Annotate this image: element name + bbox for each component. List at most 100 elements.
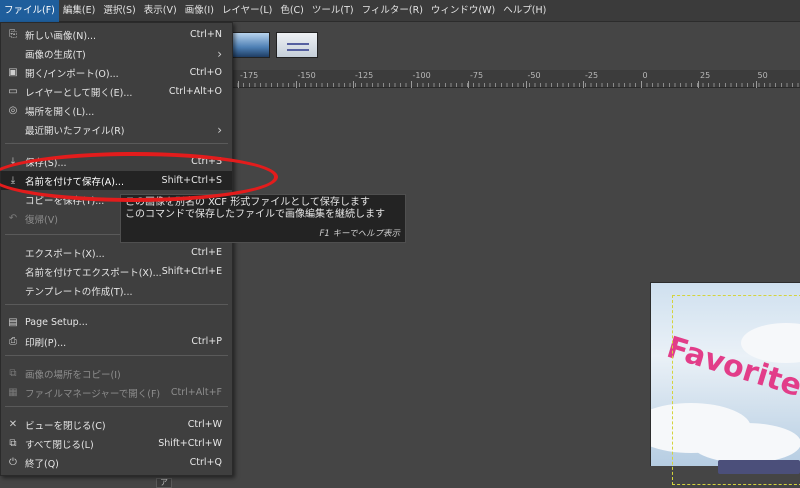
open-location-icon: ◎ bbox=[8, 105, 18, 116]
menu-separator bbox=[5, 406, 228, 407]
file-menu-item-label: レイヤーとして開く(E)... bbox=[25, 87, 133, 99]
file-menu-item-label: 画像の場所をコピー(I) bbox=[25, 369, 121, 381]
file-menu-item-label: 新しい画像(N)... bbox=[25, 30, 97, 42]
ruler-major-tick: -50 bbox=[525, 70, 541, 88]
file-menu-dropdown: ⎘ 新しい画像(N)... Ctrl+N 画像の生成(T) › ▣ 開く/インポート(O).… bbox=[0, 22, 233, 476]
ruler-tick-label: -175 bbox=[240, 71, 259, 80]
print-icon: ⎙ bbox=[9, 336, 17, 347]
file-menu-item-label: 場所を開く(L)... bbox=[25, 106, 95, 118]
ruler-major-tick: -150 bbox=[295, 70, 316, 88]
menu-separator bbox=[5, 143, 228, 144]
file-menu-item[interactable]: ⏻ 終了(Q) Ctrl+Q bbox=[1, 453, 232, 472]
file-menu-item[interactable]: ⧉ すべて閉じる(L) Shift+Ctrl+W bbox=[1, 434, 232, 453]
ruler-tick-label: 50 bbox=[757, 71, 768, 80]
ruler-tick-label: -50 bbox=[527, 71, 541, 80]
menubar-item[interactable]: ウィンドウ(W) bbox=[427, 0, 499, 22]
ruler-major-tick: -75 bbox=[468, 70, 483, 88]
menubar-item[interactable]: 選択(S) bbox=[99, 0, 139, 22]
ruler-major-tick: 25 bbox=[698, 70, 710, 88]
file-menu-item-label: 印刷(P)... bbox=[25, 337, 67, 349]
image-tab-thumbnail[interactable] bbox=[228, 32, 270, 58]
file-menu-item[interactable]: ✕ ビューを閉じる(C) Ctrl+W bbox=[1, 415, 232, 434]
file-menu-item[interactable]: 名前を付けてエクスポート(X)... Shift+Ctrl+E bbox=[1, 262, 232, 281]
revert-icon: ↶ bbox=[8, 213, 18, 224]
file-menu-item-shortcut: Ctrl+E bbox=[191, 247, 222, 258]
page-setup-icon: ▤ bbox=[8, 317, 18, 328]
menubar-item[interactable]: 編集(E) bbox=[59, 0, 99, 22]
file-menu-item-shortcut: Shift+Ctrl+E bbox=[161, 266, 223, 277]
blank-icon bbox=[1, 243, 25, 262]
menubar-item[interactable]: ヘルプ(H) bbox=[499, 0, 550, 22]
file-menu-item[interactable]: 最近開いたファイル(R) › bbox=[1, 120, 232, 139]
file-menu-item[interactable]: ⎘ 新しい画像(N)... Ctrl+N bbox=[1, 25, 232, 44]
file-menu-item-label: テンプレートの作成(T)... bbox=[25, 286, 133, 298]
file-menu-item[interactable]: ⎙ 印刷(P)... Ctrl+P bbox=[1, 332, 232, 351]
menu-separator bbox=[5, 355, 228, 356]
close-view-icon: ✕ bbox=[8, 419, 18, 430]
menubar-item[interactable]: 表示(V) bbox=[140, 0, 181, 22]
close-all-icon: ⧉ bbox=[9, 438, 17, 449]
file-menu-item[interactable]: ▭ レイヤーとして開く(E)... Ctrl+Alt+O bbox=[1, 82, 232, 101]
open-icon: ▣ bbox=[8, 67, 18, 78]
file-menu-item-shortcut: Shift+Ctrl+W bbox=[158, 438, 222, 449]
file-menu-item[interactable]: 画像の生成(T) › bbox=[1, 44, 232, 63]
horizontal-ruler[interactable]: -175 -150 -125 -100 -75 -50 -25 0 25 50 bbox=[232, 70, 800, 88]
file-menu-item-label: Page Setup... bbox=[25, 317, 88, 328]
menubar-item[interactable]: ファイル(F) bbox=[0, 0, 59, 22]
file-menu-item-label: ファイルマネージャーで開く(F) bbox=[25, 388, 161, 400]
tooltip-help-hint: F1 キーでヘルプ表示 bbox=[319, 229, 401, 239]
menubar-item[interactable]: 色(C) bbox=[276, 0, 308, 22]
file-menu-item-shortcut: Ctrl+P bbox=[191, 336, 222, 347]
file-menu-item[interactable]: ▣ 開く/インポート(O)... Ctrl+O bbox=[1, 63, 232, 82]
gimp-window: -175 -150 -125 -100 -75 -50 -25 0 25 50 Favorite … bbox=[0, 0, 800, 488]
copy-location-icon: ⧉ bbox=[9, 368, 17, 379]
image-tab-thumbnail[interactable] bbox=[276, 32, 318, 58]
file-menu-item-label: ビューを閉じる(C) bbox=[25, 420, 106, 432]
ruler-minor-ticks bbox=[232, 83, 800, 87]
save-copy-icon bbox=[1, 190, 25, 209]
file-menu-item[interactable]: テンプレートの作成(T)... bbox=[1, 281, 232, 300]
file-menu-item[interactable]: ▦ ファイルマネージャーで開く(F) Ctrl+Alt+F bbox=[1, 383, 232, 402]
ruler-tick-label: -100 bbox=[412, 71, 431, 80]
ruler-major-tick: 0 bbox=[640, 70, 648, 88]
ruler-tick-label: -25 bbox=[585, 71, 599, 80]
file-menu-item-label: 終了(Q) bbox=[25, 458, 59, 470]
chevron-right-icon: › bbox=[217, 122, 222, 137]
ruler-major-tick: -175 bbox=[238, 70, 258, 88]
navigate-icon[interactable]: ア bbox=[156, 478, 172, 488]
blank-icon bbox=[1, 120, 25, 139]
ruler-tick-label: -75 bbox=[470, 71, 484, 80]
file-menu-item-label: 画像の生成(T) bbox=[25, 49, 86, 61]
file-menu-item-label: 名前を付けてエクスポート(X)... bbox=[25, 267, 162, 279]
open-as-layer-icon: ▭ bbox=[8, 86, 18, 97]
file-menu-item-label: エクスポート(X)... bbox=[25, 248, 105, 260]
file-menu-item[interactable]: ▤ Page Setup... bbox=[1, 313, 232, 332]
menubar-item[interactable]: 画像(I) bbox=[181, 0, 218, 22]
image-tabs bbox=[228, 32, 318, 60]
quit-icon: ⏻ bbox=[9, 457, 17, 468]
ruler-major-tick: -100 bbox=[410, 70, 431, 88]
file-menu-item-shortcut: Ctrl+W bbox=[187, 419, 222, 430]
file-menu-item-shortcut: Ctrl+Alt+O bbox=[168, 86, 222, 97]
blank-icon bbox=[1, 262, 25, 281]
ruler-major-tick: -25 bbox=[583, 70, 598, 88]
menubar-item[interactable]: フィルター(R) bbox=[358, 0, 427, 22]
ruler-tick-label: -125 bbox=[355, 71, 374, 80]
file-menu-item[interactable]: エクスポート(X)... Ctrl+E bbox=[1, 243, 232, 262]
blank-icon bbox=[1, 44, 25, 63]
ruler-tick-label: 25 bbox=[700, 71, 711, 80]
layer-boundary bbox=[672, 295, 800, 485]
chevron-right-icon: › bbox=[217, 46, 222, 61]
menubar-item[interactable]: ツール(T) bbox=[308, 0, 358, 22]
menubar-item[interactable]: レイヤー(L) bbox=[218, 0, 276, 22]
ruler-tick-label: 0 bbox=[642, 71, 648, 80]
annotation-highlight-ellipse bbox=[0, 152, 278, 202]
file-menu-item[interactable]: ◎ 場所を開く(L)... bbox=[1, 101, 232, 120]
new-image-icon: ⎘ bbox=[9, 29, 17, 40]
menu-separator bbox=[5, 304, 228, 305]
file-menu-item-shortcut: Ctrl+O bbox=[189, 67, 222, 78]
file-menu-item-shortcut: Ctrl+Alt+F bbox=[170, 387, 222, 398]
ruler-major-tick: -125 bbox=[353, 70, 373, 88]
file-menu-item[interactable]: ⧉ 画像の場所をコピー(I) bbox=[1, 364, 232, 383]
file-menu-item-shortcut: Ctrl+N bbox=[190, 29, 222, 40]
